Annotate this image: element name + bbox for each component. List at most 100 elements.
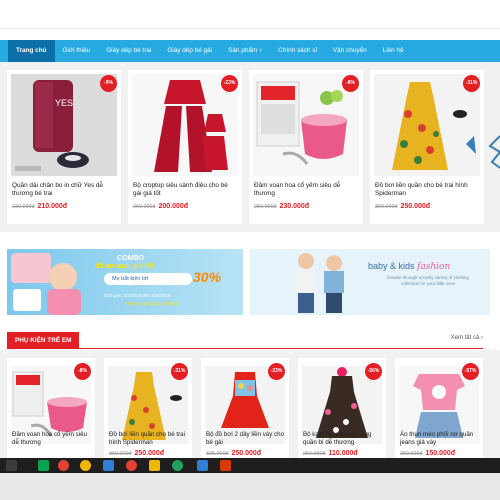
discount-badge: -31% — [171, 363, 188, 380]
discount-badge: -23% — [221, 75, 238, 92]
banner-percent: 30% — [193, 269, 222, 285]
chrome-icon[interactable] — [126, 460, 137, 471]
nav-item-home[interactable]: Trang chủ — [8, 40, 55, 62]
discount-badge: -8% — [342, 75, 359, 92]
app-icon[interactable] — [38, 460, 49, 471]
old-price: 350.000đ — [400, 451, 423, 457]
discount-badge: -56% — [365, 363, 382, 380]
banner-title: baby & kids fashion — [368, 261, 450, 272]
old-price: 325.000đ — [206, 451, 229, 457]
view-all-link[interactable]: Xem tất cả › — [451, 335, 483, 341]
banner-title-accent: fashion — [417, 262, 451, 272]
product-card[interactable]: -23% Bộ đồ bơi 2 dây liền váy cho bé gái… — [201, 358, 289, 458]
product-image: YES — [11, 74, 117, 176]
banner-note: Khu vực áp dụng: Miền Bắc — [125, 301, 180, 306]
product-name[interactable]: Áo thun mèo phối nơ quần jeans giả váy — [400, 431, 482, 447]
nav-item-contact[interactable]: Liên hệ — [375, 40, 412, 62]
nav-label: Giày dép bé trai — [106, 47, 152, 54]
svg-text:YES: YES — [55, 98, 73, 108]
banner-subtitle: đồ sơ sinh giá tốt — [95, 263, 154, 270]
chevron-down-icon: ˅ — [259, 48, 263, 54]
nav-label: Sản phẩm — [228, 47, 258, 54]
product-card[interactable]: -57% Áo thun mèo phối nơ quần jeans giả … — [395, 358, 483, 458]
nav-label: Giới thiệu — [62, 47, 91, 54]
banner-date: Thời gian: 2/4/2018 đến 30/4/2018 — [103, 293, 171, 298]
price: 200.000đ — [158, 203, 189, 210]
app-icon[interactable] — [103, 460, 114, 471]
price: 230.000đ — [279, 203, 310, 210]
product-name[interactable]: Bộ croptop siêu sành điệu cho bé gái giá… — [133, 182, 235, 198]
product-card[interactable]: -56% Bộ kate hai dây bèo tầng quần bí dễ… — [298, 358, 386, 458]
old-price: 360.000đ — [375, 204, 398, 210]
view-all-label: Xem tất cả — [450, 335, 480, 341]
banner-combo-text: COMBO — [117, 255, 144, 262]
banner-subtitle: browse through a lovely variety of cloth… — [387, 275, 469, 286]
product-name[interactable]: Đầm voan hoa cổ yếm siêu dễ thương — [12, 431, 94, 447]
header-divider — [0, 28, 500, 29]
product-image — [374, 74, 480, 176]
banner-me-text: Mẹ bắt kiện tới — [104, 273, 192, 285]
product-card[interactable]: -8% Đầm voan hoa cổ yếm siêu dễ thương 2… — [249, 70, 363, 224]
product-name[interactable]: Bộ kate hai dây bèo tầng quần bí dễ thươ… — [303, 431, 385, 447]
main-nav: Trang chủ Giới thiệu Giày dép bé trai Gi… — [0, 40, 500, 62]
product-image — [132, 74, 238, 176]
chevron-right-icon: › — [481, 335, 483, 341]
chrome-icon[interactable] — [58, 460, 69, 471]
app-icon[interactable] — [220, 460, 231, 471]
decor-leaf-icon — [488, 135, 500, 169]
nav-item-about[interactable]: Giới thiệu — [55, 40, 99, 62]
accessories-row: -8% Đầm voan hoa cổ yếm siêu dễ thương -… — [0, 350, 500, 458]
product-card[interactable]: YES -9% Quần dài chân bo in chữ Yes dễ t… — [7, 70, 121, 224]
nav-item-wholesale-policy[interactable]: Chính sách sỉ — [270, 40, 325, 62]
product-name[interactable]: Đồ bơi liền quần cho bé trai hình Spider… — [109, 431, 191, 447]
product-name[interactable]: Quần dài chân bo in chữ Yes dễ thương bé… — [12, 182, 114, 198]
section-header: PHỤ KIỆN TRẺ EM Xem tất cả › — [7, 331, 483, 349]
discount-badge: -57% — [462, 363, 479, 380]
product-name[interactable]: Đầm voan hoa cổ yếm siêu dễ thương — [254, 182, 356, 198]
nav-label: Trang chủ — [16, 47, 47, 54]
folder-icon[interactable] — [149, 460, 160, 471]
banner-baby-image — [11, 253, 81, 315]
product-name[interactable]: Đồ bơi liền quần cho bé trai hình Spider… — [375, 182, 477, 198]
price: 250.000đ — [400, 203, 431, 210]
old-price: 360.000đ — [109, 451, 132, 457]
discount-badge: -8% — [74, 363, 91, 380]
old-price: 250.000đ — [254, 204, 277, 210]
chrome-icon[interactable] — [80, 460, 91, 471]
header-strip — [0, 0, 500, 40]
banner-kids-image — [296, 253, 344, 313]
product-card[interactable]: -8% Đầm voan hoa cổ yếm siêu dễ thương — [7, 358, 95, 458]
nav-item-shipping[interactable]: Vận chuyển — [325, 40, 375, 62]
nav-label: Vận chuyển — [332, 47, 367, 54]
product-image — [253, 74, 359, 176]
nav-label: Chính sách sỉ — [278, 47, 317, 54]
page-footer-area — [0, 473, 500, 500]
start-icon[interactable] — [6, 460, 17, 471]
nav-item-girls-shoes[interactable]: Giày dép bé gái — [159, 40, 220, 62]
product-card[interactable]: -31% Đồ bơi liền quần cho bé trai hình S… — [370, 70, 484, 224]
price: 110.000đ — [328, 450, 358, 457]
price: 250.000đ — [231, 450, 262, 457]
taskbar — [0, 458, 500, 473]
fashion-banner[interactable]: baby & kids fashion browse through a lov… — [250, 249, 490, 315]
price: 210.000đ — [37, 203, 68, 210]
featured-products-row: YES -9% Quần dài chân bo in chữ Yes dễ t… — [0, 62, 500, 232]
section-title: PHỤ KIỆN TRẺ EM — [7, 332, 80, 349]
nav-label: Liên hệ — [382, 47, 404, 54]
banner-title-text: baby & kids — [368, 261, 415, 271]
nav-item-products[interactable]: Sản phẩm ˅ — [220, 40, 270, 62]
price: 250.000đ — [134, 450, 165, 457]
old-price: 230.000đ — [12, 204, 35, 210]
product-name[interactable]: Bộ đồ bơi 2 dây liền váy cho bé gái — [206, 431, 288, 447]
chrome-icon[interactable] — [172, 460, 183, 471]
nav-label: Giày dép bé gái — [167, 47, 213, 54]
combo-banner[interactable]: COMBO đồ sơ sinh giá tốt Mẹ bắt kiện tới… — [7, 249, 243, 315]
product-card[interactable]: -23% Bộ croptop siêu sành điệu cho bé gá… — [128, 70, 242, 224]
price: 150.000đ — [425, 450, 456, 457]
product-card[interactable]: -31% Đồ bơi liền quần cho bé trai hình S… — [104, 358, 192, 458]
discount-badge: -23% — [268, 363, 285, 380]
discount-badge: -9% — [100, 75, 117, 92]
app-icon[interactable] — [197, 460, 208, 471]
nav-item-boys-shoes[interactable]: Giày dép bé trai — [98, 40, 159, 62]
old-price: 250.000đ — [303, 451, 326, 457]
